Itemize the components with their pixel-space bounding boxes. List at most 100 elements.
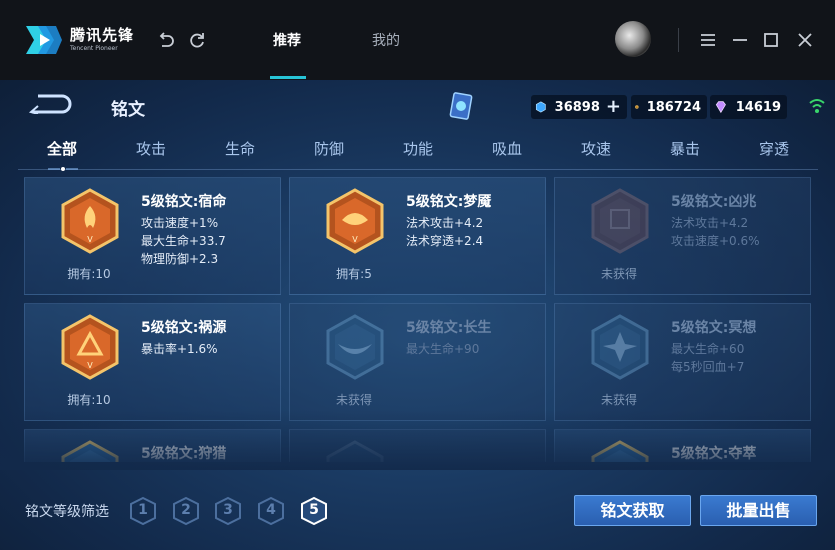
rune-card-mingxiang[interactable]: 未获得 5级铭文:冥想 最大生命+60 每5秒回血+7 [554,303,811,421]
red-rune-gem-icon: V [61,314,119,380]
level-filter-3[interactable]: 3 [214,496,242,526]
yellow-rune-gem-icon [591,440,649,462]
maximize-icon[interactable] [761,30,781,50]
rune-attribute: 法术穿透+2.4 [406,234,484,248]
rune-card-suming[interactable]: V 拥有:10 5级铭文:宿命 攻击速度+1% 最大生命+33.7 物理防御+2… [24,177,281,295]
gem-icon [715,101,726,114]
rune-owned-count: 未获得 [335,393,372,407]
rune-card-huoyuan[interactable]: V 拥有:10 5级铭文:祸源 暴击率+1.6% [24,303,281,421]
level-filter-5[interactable]: 5 [300,496,328,526]
category-tabs: 全部 攻击 生命 防御 功能 吸血 攻速 暴击 穿透 [0,138,835,168]
rune-name: 5级铭文:祸源 [141,320,227,336]
rune-attribute: 攻击速度+1% [141,216,219,230]
rune-owned-count: 拥有:10 [67,267,111,281]
menu-icon[interactable] [698,30,718,50]
divider [678,28,679,52]
gem-balance: 14619 [710,95,787,119]
logo-title: 腾讯先锋 [70,26,135,44]
rune-name: 5级铭文:狩猎 [141,446,227,462]
level-number: 4 [266,502,276,518]
level-number: 5 [309,502,319,518]
rune-name: 5级铭文:长生 [406,320,492,336]
red-rune-gem-icon: V [326,188,384,254]
wifi-signal-icon [809,99,825,113]
add-diamond-button[interactable]: + [606,98,621,116]
level-filter-1[interactable]: 1 [129,496,157,526]
rune-attribute: 攻击速度+0.6% [671,234,760,248]
rune-name: 5级铭文:夺萃 [671,446,757,462]
category-tab-all[interactable]: 全部 [32,138,92,159]
diamond-balance: 36898 + [531,95,627,119]
rune-attribute: 最大生命+90 [406,342,480,356]
category-tab-attack-speed[interactable]: 攻速 [566,138,626,159]
rune-owned-count: 未获得 [600,267,637,281]
rune-panel: 铭文 36898 + S 186724 14619 全部 攻击 生命 防御 功能… [0,80,835,550]
back-arrow-icon[interactable] [28,94,72,114]
app-logo: 腾讯先锋 Tencent Pioneer [24,22,134,58]
page-title: 铭文 [111,100,145,120]
panel-header: 铭文 36898 + S 186724 14619 [0,80,835,132]
rune-card-changsheng[interactable]: 未获得 5级铭文:长生 最大生命+90 [289,303,546,421]
tab-mine[interactable]: 我的 [372,30,400,50]
rune-card-icon[interactable] [448,92,474,122]
level-number: 1 [138,502,148,518]
rune-card-unknown[interactable] [289,429,546,462]
rune-name: 5级铭文:宿命 [141,194,227,210]
rune-attribute: 物理防御+2.3 [141,252,219,266]
tencent-pioneer-logo-icon [26,26,62,54]
level-number: 3 [223,502,233,518]
minimize-icon[interactable] [730,30,750,50]
yellow-rune-gem-icon [61,440,119,462]
blue-rune-gem-icon [591,314,649,380]
logo-subtitle: Tencent Pioneer [70,45,118,52]
title-bar: 腾讯先锋 Tencent Pioneer 推荐 我的 [0,0,835,80]
category-tab-attack[interactable]: 攻击 [121,138,181,159]
gem-value: 14619 [735,99,781,115]
category-divider [18,169,818,170]
undo-icon[interactable] [156,30,176,50]
rune-attribute: 最大生命+60 [671,342,745,356]
diamond-icon [535,101,546,113]
svg-text:V: V [352,235,358,244]
gold-balance: S 186724 [631,95,707,119]
svg-text:V: V [87,361,93,370]
category-tab-hp[interactable]: 生命 [210,138,270,159]
category-tab-defense[interactable]: 防御 [299,138,359,159]
close-icon[interactable] [795,30,815,50]
category-tab-crit[interactable]: 暴击 [655,138,715,159]
rune-card-mengyan[interactable]: V 拥有:5 5级铭文:梦魇 法术攻击+4.2 法术穿透+2.4 [289,177,546,295]
obtain-rune-button[interactable]: 铭文获取 [574,495,691,526]
red-rune-gem-icon [591,188,649,254]
rune-owned-count: 未获得 [600,393,637,407]
rune-card-xiongzhao[interactable]: 未获得 5级铭文:凶兆 法术攻击+4.2 攻击速度+0.6% [554,177,811,295]
yellow-rune-gem-icon [326,440,384,462]
bulk-sell-button[interactable]: 批量出售 [700,495,817,526]
diamond-value: 36898 [554,99,600,115]
rune-name: 5级铭文:凶兆 [671,194,757,210]
blue-rune-gem-icon [326,314,384,380]
tab-recommend[interactable]: 推荐 [273,30,301,50]
rune-name: 5级铭文:冥想 [671,320,757,336]
rune-attribute: 暴击率+1.6% [141,342,218,356]
rune-grid: V 拥有:10 5级铭文:宿命 攻击速度+1% 最大生命+33.7 物理防御+2… [24,177,811,462]
category-tab-utility[interactable]: 功能 [388,138,448,159]
rune-attribute: 法术攻击+4.2 [671,216,749,230]
gold-coin-icon: S [635,105,639,109]
avatar[interactable] [615,21,651,57]
refresh-icon[interactable] [187,30,207,50]
rune-card-shoulie[interactable]: 5级铭文:狩猎 [24,429,281,462]
level-number: 2 [181,502,191,518]
rune-attribute: 每5秒回血+7 [671,360,745,374]
rune-card-duocui[interactable]: 5级铭文:夺萃 [554,429,811,462]
active-tab-indicator [270,76,306,79]
red-rune-gem-icon: V [61,188,119,254]
level-filter-label: 铭文等级筛选 [25,504,109,520]
category-tab-lifesteal[interactable]: 吸血 [477,138,537,159]
category-tab-penetration[interactable]: 穿透 [744,138,804,159]
rune-owned-count: 拥有:5 [336,267,372,281]
level-filter-4[interactable]: 4 [257,496,285,526]
rune-attribute: 最大生命+33.7 [141,234,226,248]
svg-text:V: V [87,235,93,244]
rune-name: 5级铭文:梦魇 [406,194,492,210]
level-filter-2[interactable]: 2 [172,496,200,526]
